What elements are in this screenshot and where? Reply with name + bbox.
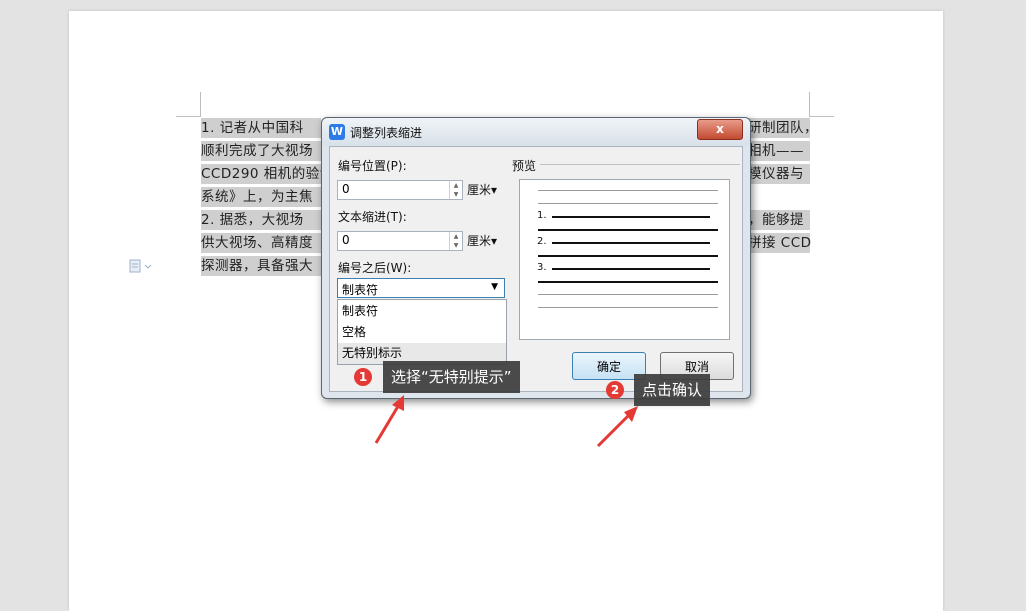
- preview-box: 1. 2. 3.: [519, 179, 730, 340]
- doc-line-3-left: CCD290 相机的验证: [201, 164, 334, 184]
- preview-line: [538, 203, 718, 204]
- text-indent-stepper[interactable]: 0 ▲ ▼: [337, 231, 463, 251]
- doc-line-6-left: 供大视场、高精度: [201, 233, 321, 253]
- stepper-arrows-icon[interactable]: ▲ ▼: [449, 232, 462, 250]
- preview-line-dark: [538, 281, 718, 283]
- text-indent-unit[interactable]: 厘米▾: [467, 232, 497, 249]
- preview-label: 预览: [512, 159, 537, 173]
- preview-line-dark: [552, 216, 710, 218]
- doc-line-5-left: 2. 据悉，大视场: [201, 210, 321, 230]
- doc-line-5-right: ，能够提: [748, 210, 810, 230]
- doc-line-2-left: 顺利完成了大视场: [201, 141, 321, 161]
- crop-mark-top-right: [809, 92, 834, 117]
- doc-line-2-right: 相机——: [748, 141, 810, 161]
- step-badge-1: 1: [354, 368, 372, 386]
- preview-number-3: 3.: [537, 262, 547, 273]
- doc-line-6-right: 拼接 CCD: [748, 233, 812, 253]
- chevron-down-icon[interactable]: ▼: [491, 282, 498, 292]
- preview-line-dark: [552, 242, 710, 244]
- dialog-titlebar[interactable]: W 调整列表缩进 x: [322, 118, 750, 146]
- option-tab[interactable]: 制表符: [338, 301, 506, 322]
- red-arrow-icon: [374, 395, 404, 444]
- doc-line-7-left: 探测器，具备强大: [201, 256, 321, 276]
- preview-line: [538, 190, 718, 191]
- text-indent-label: 文本缩进(T):: [338, 210, 407, 224]
- number-position-label: 编号位置(P):: [338, 159, 407, 173]
- number-position-value[interactable]: 0: [342, 182, 350, 196]
- after-number-dropdown: 制表符 空格 无特别标示: [337, 299, 507, 365]
- preview-line-dark: [538, 229, 718, 231]
- callout-step-2: 点击确认: [634, 374, 711, 406]
- doc-line-3-right: 模仪器与: [748, 164, 810, 184]
- preview-line: [538, 307, 718, 308]
- option-space[interactable]: 空格: [338, 322, 506, 343]
- doc-line-1-left: 1. 记者从中国科: [201, 118, 321, 138]
- stepper-arrows-icon[interactable]: ▲ ▼: [449, 181, 462, 199]
- step-badge-2: 2: [606, 381, 624, 399]
- paragraph-marker-icon[interactable]: [129, 258, 152, 273]
- preview-number-1: 1.: [537, 210, 547, 221]
- doc-line-4-left: 系统》上，为主焦: [201, 187, 321, 207]
- after-number-select[interactable]: 制表符 ▼: [337, 278, 505, 298]
- wps-logo-icon: W: [329, 124, 345, 140]
- crop-mark-top-left: [176, 92, 201, 117]
- close-button[interactable]: x: [697, 119, 743, 140]
- text-indent-value[interactable]: 0: [342, 233, 350, 247]
- preview-line-dark: [538, 255, 718, 257]
- doc-line-1-right: 研制团队，: [748, 118, 818, 138]
- after-number-selected: 制表符: [342, 283, 379, 297]
- red-arrow-icon: [596, 406, 638, 448]
- preview-line: [538, 294, 718, 295]
- dialog-title: 调整列表缩进: [350, 126, 423, 140]
- number-position-stepper[interactable]: 0 ▲ ▼: [337, 180, 463, 200]
- preview-number-2: 2.: [537, 236, 547, 247]
- preview-line-dark: [552, 268, 710, 270]
- number-position-unit[interactable]: 厘米▾: [467, 181, 497, 198]
- callout-step-1: 选择“无特别提示”: [383, 361, 520, 393]
- after-number-label: 编号之后(W):: [338, 261, 412, 275]
- preview-divider: [540, 164, 740, 165]
